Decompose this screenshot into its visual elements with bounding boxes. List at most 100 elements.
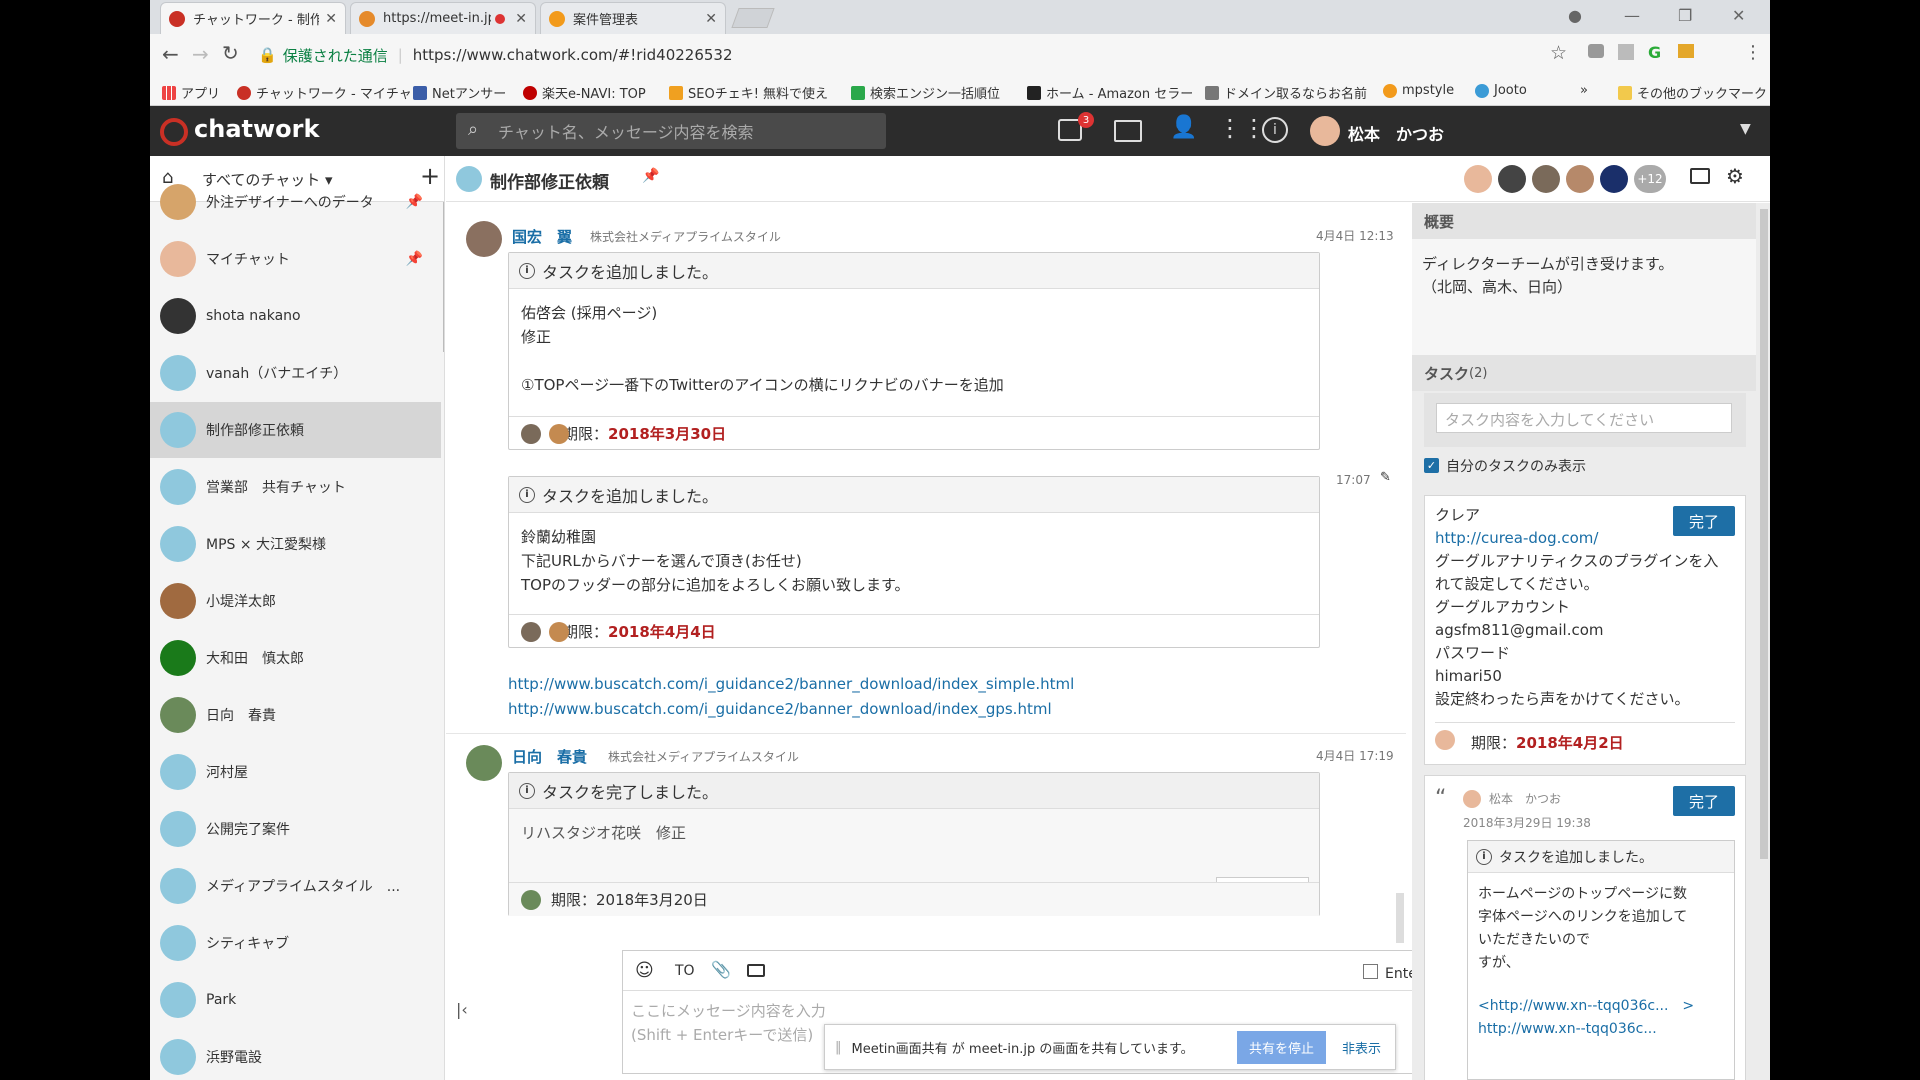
sender-avatar[interactable] [466,745,502,781]
message-link[interactable]: http://www.buscatch.com/i_guidance2/bann… [508,675,1074,693]
window-close-icon[interactable]: ✕ [1732,6,1745,25]
bookmark-domain[interactable]: ドメイン取るならお名前 [1205,83,1367,102]
bookmark-overflow[interactable]: » [1580,83,1588,98]
member-avatar[interactable] [1566,165,1594,193]
info-icon[interactable]: i [1262,117,1288,143]
forward-icon[interactable]: → [192,42,209,66]
chevron-down-icon[interactable]: ▼ [1740,121,1751,137]
star-icon[interactable]: ☆ [1550,42,1567,64]
sidebar-room-item[interactable]: 日向 春貴 [150,687,441,743]
member-avatar[interactable] [1498,165,1526,193]
member-avatar[interactable] [1600,165,1628,193]
apps-grid-icon[interactable]: ⋮⋮ [1218,114,1266,142]
close-icon[interactable]: ✕ [325,11,337,27]
extension-icon[interactable] [1678,44,1694,58]
sidebar-room-item[interactable]: Park [150,972,441,1028]
task-header: タスクを追加しました。 [542,262,719,282]
pin-icon[interactable]: 📌 [406,194,423,210]
sidebar-room-item[interactable]: shota nakano [150,288,441,344]
new-tab-button[interactable] [731,8,775,28]
pin-icon[interactable]: 📌 [406,251,423,267]
sidebar-room-item[interactable]: マイチャット 📌 [150,231,441,287]
file-folder-icon[interactable] [1114,120,1142,142]
bookmark-mpstyle[interactable]: mpstyle [1383,83,1454,98]
sidebar-room-item[interactable]: 大和田 慎太郎 [150,630,441,686]
sidebar-room-item[interactable]: MPS × 大江愛梨様 [150,516,441,572]
user-avatar[interactable] [1310,116,1340,146]
close-icon[interactable]: ✕ [515,11,527,27]
sidebar-room-item[interactable]: シティキャブ [150,915,441,971]
bookmark-jooto[interactable]: Jooto [1475,83,1527,98]
bookmark-apps[interactable]: アプリ [162,83,220,102]
contacts-icon[interactable]: 👤 [1170,115,1197,140]
member-count-badge[interactable]: +12 [1634,165,1666,193]
to-button[interactable]: TO [675,963,695,979]
camera-icon[interactable] [1588,44,1604,58]
sender-avatar[interactable] [466,221,502,257]
sidebar-room-item[interactable]: 営業部 共有チャット [150,459,441,515]
room-avatar [160,640,196,676]
url-text[interactable]: https://www.chatwork.com/#!rid40226532 [413,46,733,64]
user-name[interactable]: 松本 かつお [1348,121,1444,145]
message-timeline: 国宏 翼 株式会社メディアプライムスタイル 4月4日 12:13 i タスクを追加… [446,203,1408,943]
sender-name[interactable]: 日向 春貴 [512,746,587,767]
grammarly-icon[interactable]: G [1648,43,1661,62]
reload-icon[interactable]: ↻ [222,41,239,65]
close-icon[interactable]: ✕ [705,11,717,27]
member-avatar[interactable] [1532,165,1560,193]
attach-icon[interactable]: 📎 [711,960,731,979]
task-input[interactable]: タスク内容を入力してください [1436,403,1732,433]
tab-anken[interactable]: 案件管理表 ✕ [540,2,726,34]
sidebar-scrollbar[interactable] [443,202,444,352]
collapse-left-icon[interactable]: |‹ [456,1000,468,1019]
address-bar[interactable]: 🔒 保護された通信 | https://www.chatwork.com/#!r… [258,40,1558,70]
sidebar-room-item[interactable]: 浜野電設 [150,1029,441,1080]
task-link[interactable]: http://curea-dog.com/ [1435,527,1735,550]
sidebar-room-item[interactable]: 外注デザイナーへのデータ 📌 [150,174,441,230]
restore-icon[interactable]: ❐ [1678,6,1692,25]
bookmark-amazon[interactable]: ホーム - Amazon セラー [1027,83,1193,102]
task-link[interactable]: <http://www.xn--tqq036c... > [1478,995,1724,1018]
bookmark-others[interactable]: その他のブックマーク [1618,83,1767,102]
video-call-icon[interactable] [747,964,765,977]
logo-text[interactable]: chatwork [194,115,319,143]
sidebar-room-item[interactable]: 公開完了案件 [150,801,441,857]
edit-pencil-icon[interactable]: ✎ [1380,470,1391,485]
sidebar-room-item[interactable]: 小堤洋太郎 [150,573,441,629]
emoji-icon[interactable]: ☺ [635,960,654,981]
gear-icon[interactable]: ⚙ [1726,164,1744,188]
only-mine-checkbox[interactable]: ✓ [1424,458,1439,473]
member-avatar[interactable] [1464,165,1492,193]
bookmark-chatwork[interactable]: チャットワーク - マイチャ [237,83,412,102]
bookmark-rakuten[interactable]: 楽天e-NAVI: TOP [523,83,646,102]
message-link[interactable]: http://www.buscatch.com/i_guidance2/bann… [508,700,1052,718]
pdf-extension-icon[interactable] [1618,44,1634,60]
bookmark-search[interactable]: 検索エンジン一括順位 [851,83,1000,102]
task-link[interactable]: http://www.xn--tqq036c... [1478,1018,1724,1041]
drag-handle-icon[interactable]: ‖ [835,1040,842,1055]
complete-button[interactable]: 完了 [1673,786,1735,816]
sidebar-room-item[interactable]: メディアプライムスタイル ... [150,858,441,914]
stop-sharing-button[interactable]: 共有を停止 [1236,1030,1326,1064]
timeline-scrollbar[interactable] [1396,893,1404,943]
enter-send-checkbox[interactable] [1363,964,1378,979]
message-input[interactable]: ここにメッセージ内容を入力 (Shift + Enterキーで送信) [631,999,826,1047]
sender-name[interactable]: 国宏 翼 [512,226,572,247]
sidebar-room-item[interactable]: 制作部修正依頼 [150,402,441,458]
search-input[interactable]: ⌕ チャット名、メッセージ内容を検索 [456,113,886,149]
bookmark-netanswer[interactable]: Netアンサー [413,83,506,102]
tab-chatwork[interactable]: チャットワーク - 制作部修正 ✕ [160,2,346,34]
hide-share-button[interactable]: 非表示 [1342,1038,1381,1057]
sidebar-room-item[interactable]: 河村屋 [150,744,441,800]
sidebar-room-item[interactable]: vanah（バナエイチ） [150,345,441,401]
menu-kebab-icon[interactable]: ⋮ [1744,42,1762,63]
profile-icon[interactable]: ● [1568,6,1582,25]
panel-scrollbar[interactable] [1760,209,1768,859]
pin-icon[interactable]: 📌 [642,168,659,184]
room-files-icon[interactable] [1690,168,1710,184]
minimize-icon[interactable]: — [1624,6,1640,25]
back-icon[interactable]: ← [162,42,179,66]
assignee-avatar [549,424,569,444]
tab-meetin[interactable]: https://meet-in.jp/roo ✕ [350,2,536,34]
bookmark-seo[interactable]: SEOチェキ! 無料で使え [669,83,828,102]
